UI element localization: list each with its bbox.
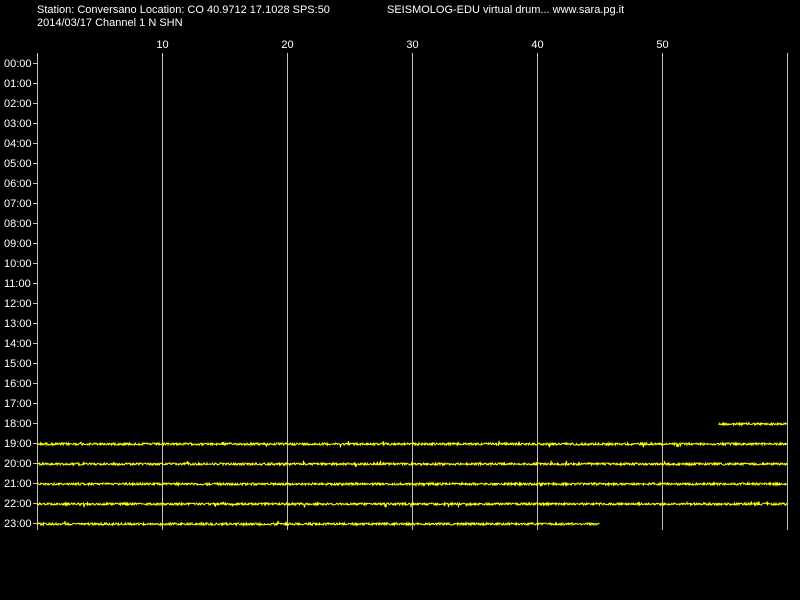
x-tick-label: 40 xyxy=(531,39,543,51)
row-label: 12:00 xyxy=(4,298,32,310)
row-label: 14:00 xyxy=(4,338,32,350)
trace-1800 xyxy=(718,421,787,427)
row-label: 21:00 xyxy=(4,478,32,490)
hour-row-labels: 00:00 01:00 02:00 03:00 04:00 05:00 06:00 07:00… xyxy=(4,58,37,530)
x-tick-label: 30 xyxy=(406,39,418,51)
row-label: 11:00 xyxy=(4,278,31,290)
x-tick-label: 10 xyxy=(156,39,168,51)
row-label: 18:00 xyxy=(4,418,32,430)
row-label: 08:00 xyxy=(4,218,32,230)
row-label: 06:00 xyxy=(4,178,32,190)
row-label: 07:00 xyxy=(4,198,32,210)
row-label: 19:00 xyxy=(4,438,32,450)
row-label: 04:00 xyxy=(4,138,32,150)
row-label: 09:00 xyxy=(4,238,32,250)
row-label: 13:00 xyxy=(4,318,32,330)
row-label: 00:00 xyxy=(4,58,32,70)
row-label: 17:00 xyxy=(4,398,32,410)
row-label: 22:00 xyxy=(4,498,32,510)
row-label: 15:00 xyxy=(4,358,32,370)
x-tick-labels: 10 20 30 40 50 xyxy=(156,39,668,51)
row-label: 05:00 xyxy=(4,158,32,170)
row-label: 01:00 xyxy=(4,78,32,90)
seismogram-drum: 10 20 30 40 50 00:00 01:00 02:00 03:00 04:00 05:0… xyxy=(4,39,788,530)
row-label: 23:00 xyxy=(4,518,32,530)
row-label: 10:00 xyxy=(4,258,32,270)
row-label: 16:00 xyxy=(4,378,32,390)
grid-lines xyxy=(37,53,788,530)
row-label: 20:00 xyxy=(4,458,32,470)
row-label: 02:00 xyxy=(4,98,32,110)
row-label: 03:00 xyxy=(4,118,32,130)
trace-2300 xyxy=(36,520,600,527)
x-tick-label: 50 xyxy=(656,39,668,51)
x-tick-label: 20 xyxy=(281,39,293,51)
